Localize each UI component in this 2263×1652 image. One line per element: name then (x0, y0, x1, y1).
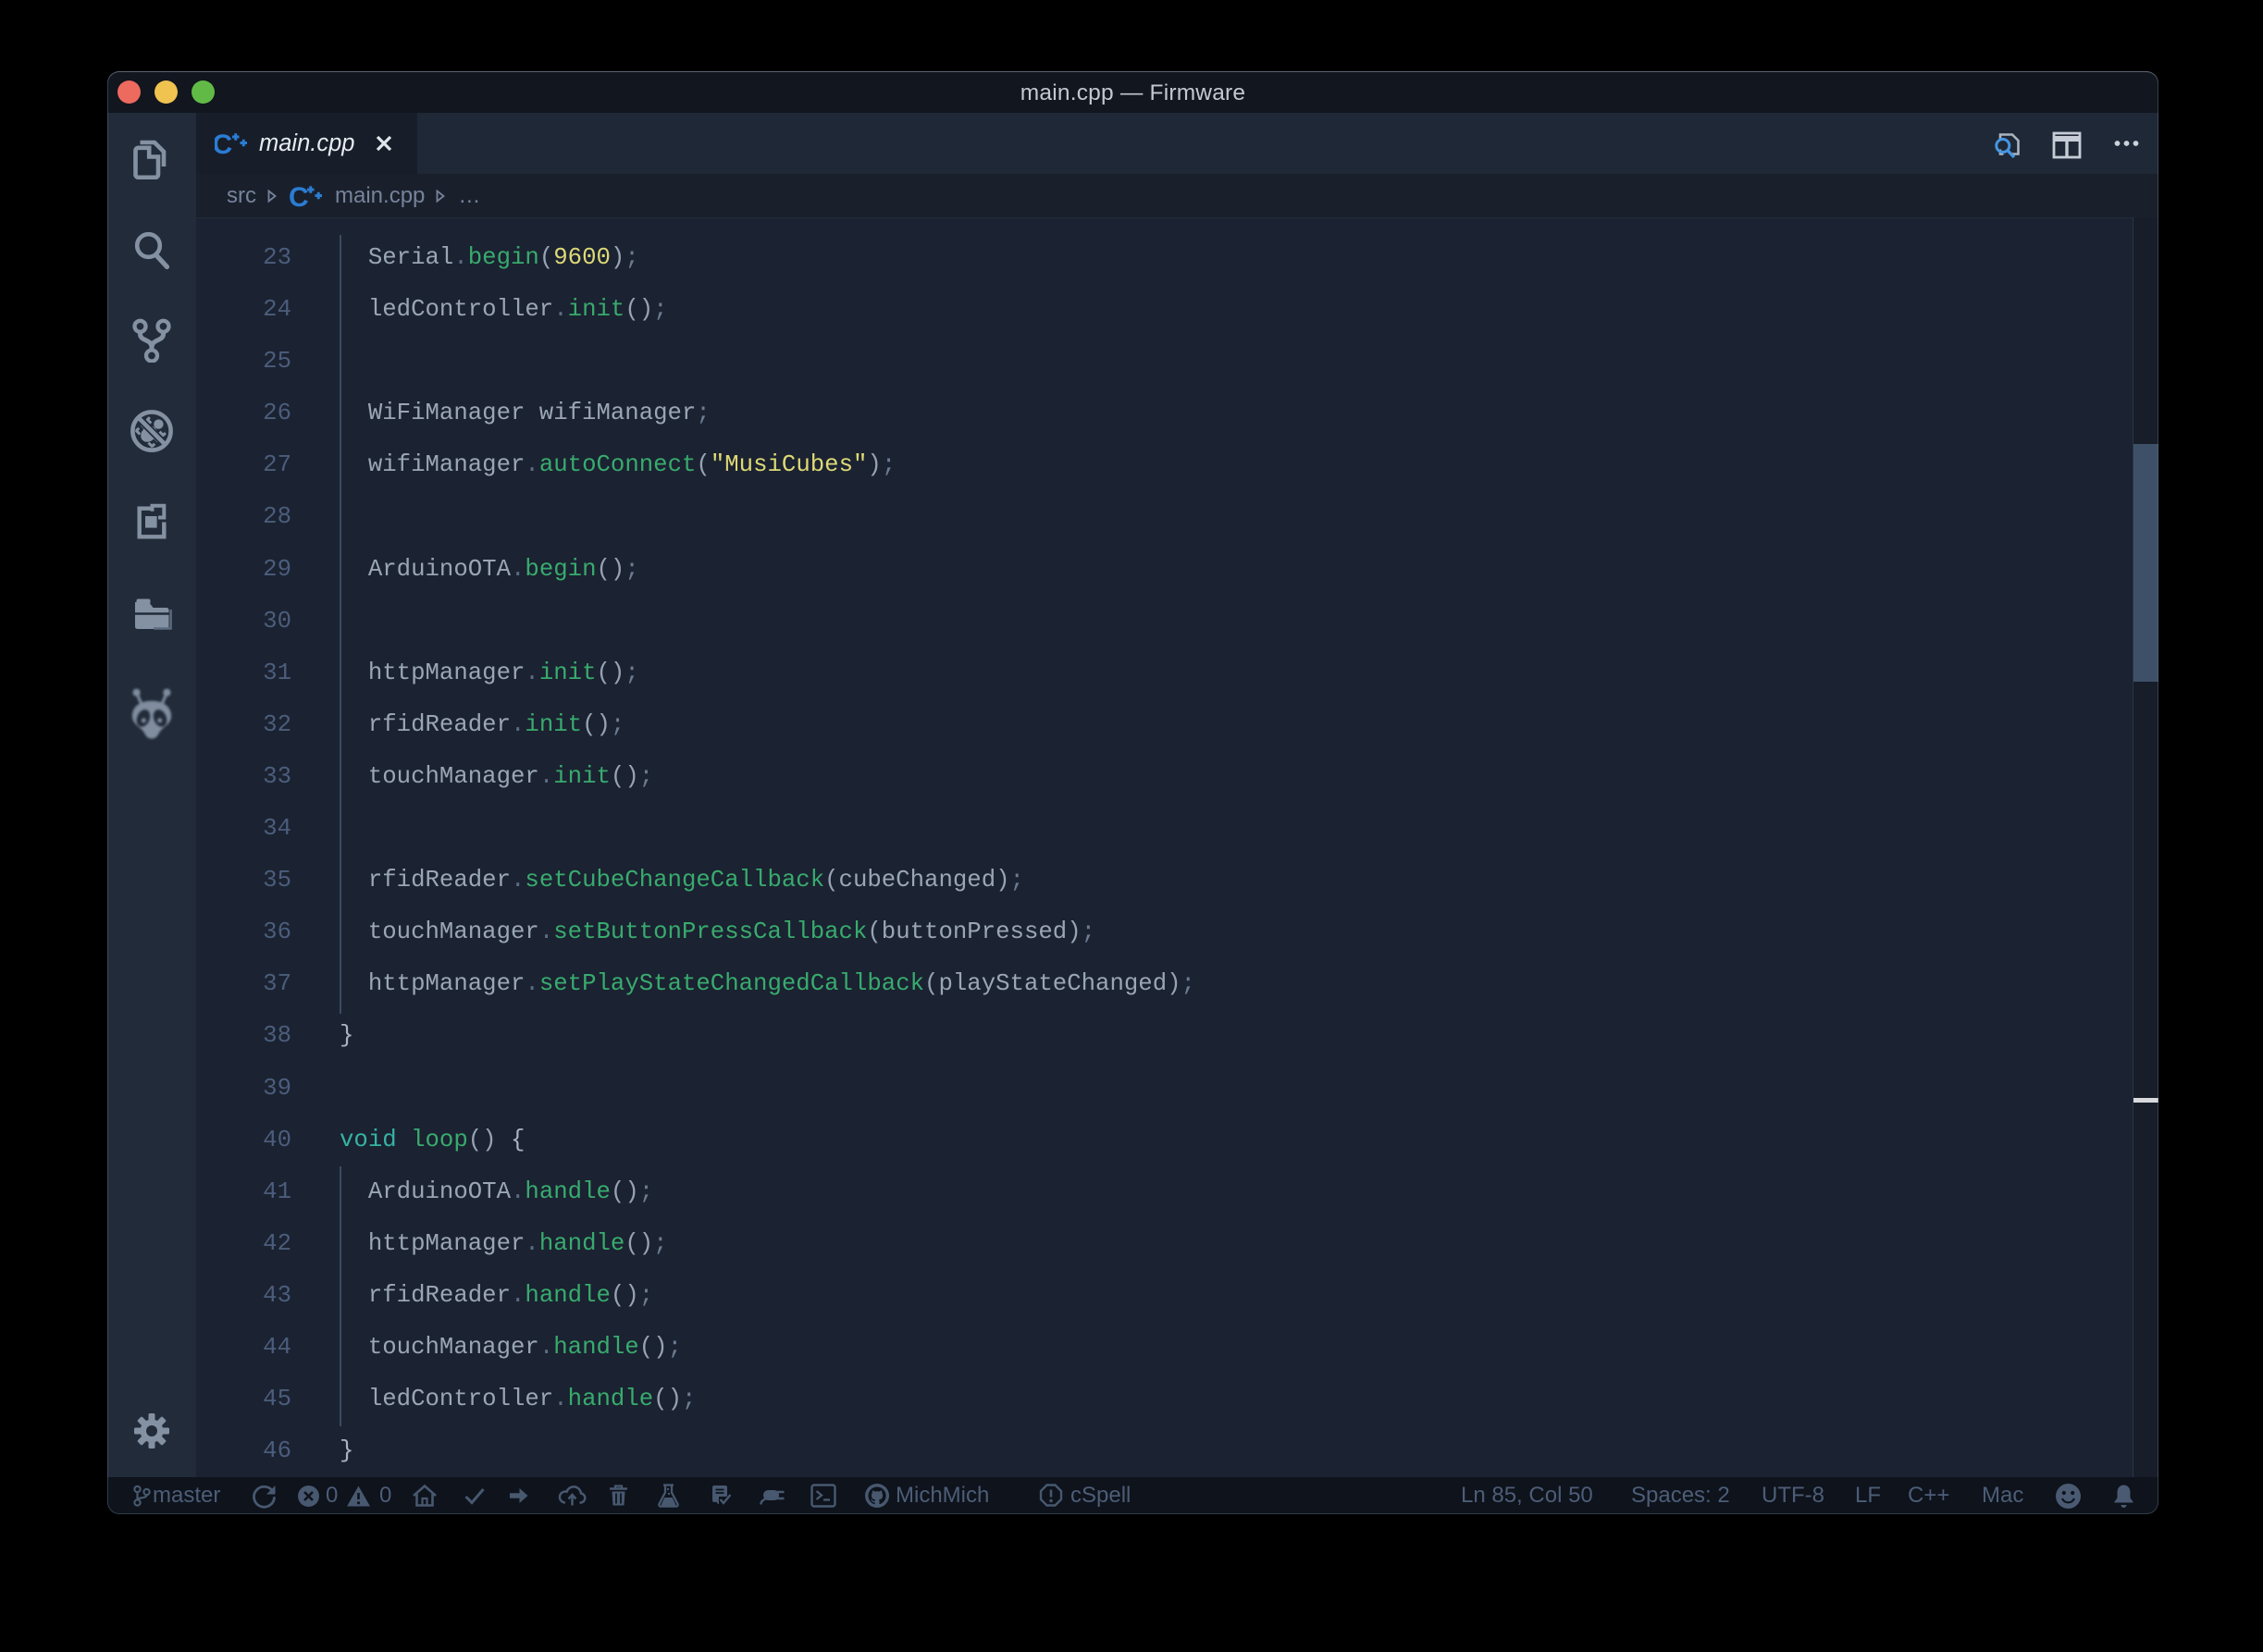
svg-text:C: C (215, 131, 232, 155)
svg-text:C: C (289, 184, 309, 208)
